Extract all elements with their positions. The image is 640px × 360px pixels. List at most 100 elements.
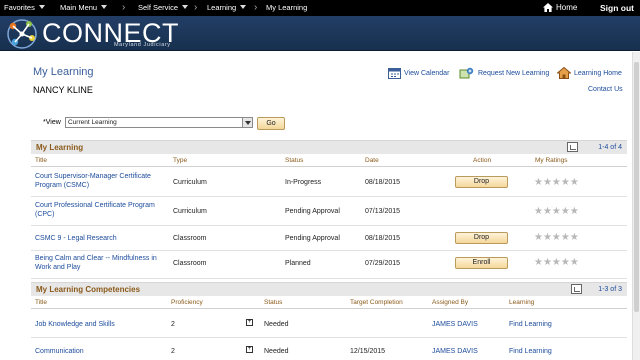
- table-row: CSMC 9 - Legal Research Classroom Pendin…: [31, 226, 627, 251]
- col-title[interactable]: Title: [35, 299, 47, 306]
- favorites-label: Favorites: [4, 3, 35, 12]
- breadcrumb-label: Learning: [207, 3, 237, 12]
- type-cell: Curriculum: [173, 179, 207, 186]
- favorites-menu[interactable]: Favorites: [4, 0, 45, 16]
- col-date[interactable]: Date: [365, 157, 379, 164]
- date-cell: 08/18/2015: [365, 235, 401, 242]
- row-count: 1-3 of 3: [598, 286, 622, 293]
- view-select[interactable]: Current Learning: [65, 117, 253, 128]
- drop-button[interactable]: Drop: [455, 232, 508, 244]
- target-completion-cell: 12/15/2015: [350, 348, 386, 355]
- home-icon: [543, 3, 553, 12]
- section-title: My Learning Competencies: [36, 285, 141, 294]
- home-link[interactable]: Home: [543, 0, 577, 16]
- main-content: My Learning NANCY KLINE View Calendar Re…: [31, 52, 627, 360]
- request-learning-icon: [459, 67, 474, 79]
- connect-logo-icon: [7, 19, 37, 49]
- competencies-section-header: My Learning Competencies 1-3 of 3: [31, 282, 627, 296]
- col-action: Action: [473, 157, 492, 164]
- chevron-down-icon: [182, 5, 189, 9]
- expand-grid-icon[interactable]: [567, 142, 578, 152]
- col-assigned-by[interactable]: Assigned By: [432, 299, 468, 306]
- find-learning-link[interactable]: Find Learning: [509, 347, 552, 356]
- title-line: Work and Play: [35, 264, 81, 271]
- chevron-down-icon: [38, 5, 45, 9]
- competencies-column-headers: Title Proficiency Status Target Completi…: [31, 296, 627, 309]
- breadcrumb-my-learning[interactable]: My Learning: [266, 0, 307, 16]
- brand-header: CONNECT Maryland Judiciary: [0, 16, 640, 51]
- status-cell: Pending Approval: [285, 208, 340, 215]
- user-name: NANCY KLINE: [33, 85, 93, 95]
- contact-us-link[interactable]: Contact Us: [588, 86, 623, 93]
- learning-title-link[interactable]: Court Supervisor-Manager Certificate Prog…: [35, 172, 151, 190]
- find-learning-link[interactable]: Find Learning: [509, 320, 552, 329]
- rating-stars[interactable]: ★★★★★: [534, 233, 579, 243]
- competency-title-link[interactable]: Communication: [35, 347, 84, 356]
- breadcrumb-label: Self Service: [138, 3, 179, 12]
- view-calendar-link[interactable]: View Calendar: [388, 67, 449, 79]
- proficiency-cell: 2: [171, 321, 175, 328]
- breadcrumb-learning[interactable]: Learning: [207, 0, 247, 16]
- title-line: Being Calm and Clear -- Mindfulness in: [35, 255, 157, 262]
- learning-title-link[interactable]: CSMC 9 - Legal Research: [35, 234, 117, 243]
- vertical-scrollbar[interactable]: [632, 52, 640, 360]
- home-label: Home: [556, 3, 578, 12]
- type-cell: Classroom: [173, 260, 207, 267]
- table-row: Court Supervisor-Manager Certificate Prog…: [31, 168, 627, 197]
- learning-title-link[interactable]: Court Professional Certificate Program (C…: [35, 201, 155, 219]
- calendar-icon: [388, 68, 401, 79]
- request-new-learning-link[interactable]: Request New Learning: [459, 67, 549, 79]
- rating-stars[interactable]: ★★★★★: [534, 207, 579, 217]
- my-learning-column-headers: Title Type Status Date Action My Ratings: [31, 154, 627, 167]
- col-title[interactable]: Title: [35, 157, 47, 164]
- chevron-down-icon: [240, 5, 247, 9]
- proficiency-cell: 2: [171, 348, 175, 355]
- scrollbar-thumb[interactable]: [634, 62, 639, 312]
- enroll-button[interactable]: Enroll: [455, 257, 508, 269]
- table-row: Job Knowledge and Skills 2 + Needed JAME…: [31, 310, 627, 338]
- col-learning: Learning: [509, 299, 535, 306]
- main-menu[interactable]: Main Menu: [60, 0, 108, 16]
- col-target-completion[interactable]: Target Completion: [350, 299, 403, 306]
- status-cell: Needed: [264, 321, 289, 328]
- learning-title-link[interactable]: Being Calm and Clear -- Mindfulness in Wo…: [35, 254, 157, 272]
- go-button[interactable]: Go: [257, 117, 285, 130]
- table-row: Communication 2 + Needed 12/15/2015 JAME…: [31, 338, 627, 360]
- chevron-down-icon: [101, 5, 108, 9]
- view-label: *View: [43, 119, 61, 126]
- col-type[interactable]: Type: [173, 157, 187, 164]
- home-icon: [556, 66, 572, 79]
- competency-title-link[interactable]: Job Knowledge and Skills: [35, 320, 115, 329]
- assigned-by-link[interactable]: JAMES DAVIS: [432, 320, 478, 329]
- col-status[interactable]: Status: [285, 157, 303, 164]
- expand-grid-icon[interactable]: [571, 284, 582, 294]
- col-status[interactable]: Status: [264, 299, 282, 306]
- assigned-by-link[interactable]: JAMES DAVIS: [432, 347, 478, 356]
- col-proficiency[interactable]: Proficiency: [171, 299, 203, 306]
- table-row: Being Calm and Clear -- Mindfulness in Wo…: [31, 251, 627, 279]
- breadcrumb-separator: ›: [254, 2, 258, 13]
- learning-home-label: Learning Home: [574, 70, 622, 77]
- row-count: 1-4 of 4: [598, 144, 622, 151]
- rating-stars[interactable]: ★★★★★: [534, 258, 579, 268]
- title-line: Court Supervisor-Manager Certificate: [35, 173, 151, 180]
- status-cell: Needed: [264, 348, 289, 355]
- status-cell: In-Progress: [285, 179, 322, 186]
- title-line: Court Professional Certificate Program: [35, 202, 155, 209]
- type-cell: Curriculum: [173, 208, 207, 215]
- drop-button[interactable]: Drop: [455, 176, 508, 188]
- expand-icon[interactable]: +: [246, 319, 253, 326]
- learning-home-link[interactable]: Learning Home: [556, 66, 622, 79]
- rating-stars[interactable]: ★★★★★: [534, 178, 579, 188]
- expand-icon[interactable]: +: [246, 346, 253, 353]
- sign-out-link[interactable]: Sign out: [600, 0, 634, 16]
- breadcrumb-self-service[interactable]: Self Service: [138, 0, 189, 16]
- chevron-down-icon: [242, 118, 252, 127]
- main-menu-label: Main Menu: [60, 3, 98, 12]
- breadcrumb-separator: ›: [122, 2, 126, 13]
- date-cell: 07/13/2015: [365, 208, 401, 215]
- title-line: Program (CSMC): [35, 182, 90, 189]
- status-cell: Planned: [285, 260, 311, 267]
- view-calendar-label: View Calendar: [404, 70, 450, 77]
- top-menu-bar: Favorites Main Menu › Self Service › Lea…: [0, 0, 640, 16]
